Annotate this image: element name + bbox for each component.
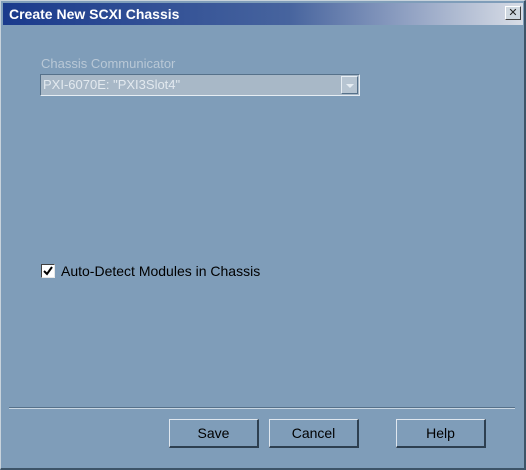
chassis-communicator-value: PXI-6070E: "PXI3Slot4": [43, 77, 181, 92]
create-scxi-chassis-dialog: Create New SCXI Chassis ✕ Chassis Commun…: [0, 0, 526, 470]
title-bar[interactable]: Create New SCXI Chassis ✕: [3, 3, 523, 25]
close-icon: ✕: [508, 7, 518, 19]
close-button[interactable]: ✕: [505, 6, 521, 20]
auto-detect-checkbox[interactable]: [41, 264, 55, 278]
dialog-title: Create New SCXI Chassis: [9, 6, 180, 22]
button-separator: [9, 407, 515, 409]
chassis-communicator-select[interactable]: PXI-6070E: "PXI3Slot4": [40, 74, 360, 96]
auto-detect-label[interactable]: Auto-Detect Modules in Chassis: [61, 263, 260, 279]
save-button[interactable]: Save: [169, 419, 259, 448]
cancel-button[interactable]: Cancel: [269, 419, 359, 448]
help-button[interactable]: Help: [396, 419, 486, 448]
checkmark-icon: [43, 266, 53, 276]
chevron-down-icon[interactable]: [341, 76, 358, 94]
chassis-communicator-label: Chassis Communicator: [41, 56, 176, 71]
